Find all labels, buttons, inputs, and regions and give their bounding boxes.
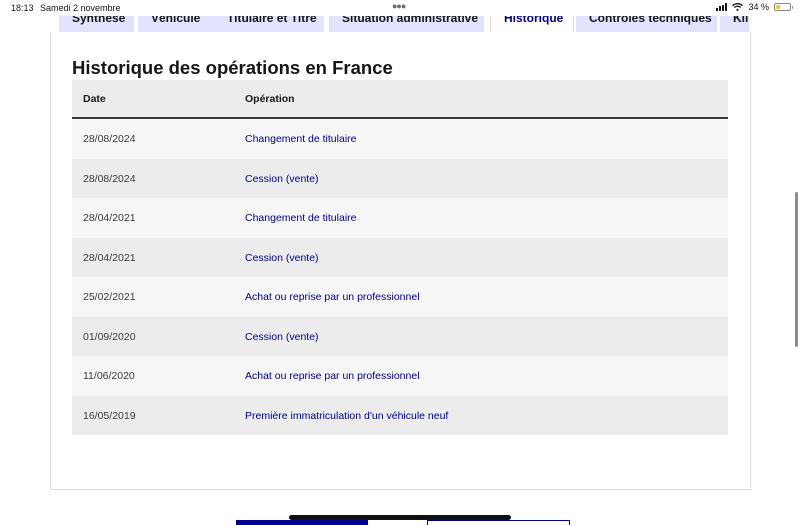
- row-date: 11/06/2020: [83, 370, 135, 382]
- tab-label: Kilométrage: [733, 16, 749, 25]
- tab-label: Historique: [504, 16, 564, 25]
- table-row: 25/02/2021 Achat ou reprise par un profe…: [72, 277, 728, 317]
- row-operation: Changement de titulaire: [245, 133, 357, 145]
- tab-controles-techniques[interactable]: Contrôles techniques: [576, 16, 717, 33]
- signal-icon: [716, 3, 728, 11]
- status-time: 18:13: [11, 3, 34, 13]
- operations-table: Date Opération 28/08/2024 Changement de …: [72, 80, 728, 435]
- tab-label: Contrôles techniques: [589, 16, 712, 25]
- tab-situation-administrative[interactable]: Situation administrative: [329, 16, 484, 33]
- row-operation: Cession (vente): [245, 330, 319, 343]
- table-row: 11/06/2020 Achat ou reprise par un profe…: [72, 356, 728, 396]
- status-bar: 18:13 Samedi 2 novembre ●●● 34 %: [0, 0, 800, 16]
- tab-bar: Synthèse Véhicule Titulaire et Titre Sit…: [59, 16, 749, 33]
- page-scrollbar[interactable]: [795, 192, 798, 347]
- tab-kilometrage[interactable]: Kilométrage: [720, 16, 749, 33]
- home-indicator[interactable]: [289, 515, 511, 520]
- battery-percent: 34 %: [748, 2, 769, 12]
- status-date: Samedi 2 novembre: [40, 3, 121, 13]
- multitask-dots-icon[interactable]: ●●●: [392, 1, 406, 11]
- table-row: 01/09/2020 Cession (vente): [72, 316, 728, 356]
- tab-label: Synthèse: [72, 16, 126, 25]
- column-header-date: Date: [83, 93, 106, 105]
- row-date: 28/08/2024: [83, 172, 136, 185]
- row-date: 01/09/2020: [83, 330, 136, 343]
- battery-fill: [776, 5, 781, 9]
- row-operation: Première immatriculation d'un véhicule n…: [245, 409, 449, 422]
- column-header-operation: Opération: [245, 93, 295, 105]
- battery-icon: [774, 3, 793, 11]
- wifi-icon: [732, 3, 744, 11]
- row-date: 28/04/2021: [83, 212, 136, 224]
- row-date: 25/02/2021: [83, 291, 136, 303]
- row-date: 28/04/2021: [83, 251, 136, 264]
- row-date: 16/05/2019: [83, 409, 136, 422]
- primary-button[interactable]: [236, 520, 368, 525]
- tab-historique[interactable]: Historique: [490, 16, 574, 33]
- status-indicators: 34 %: [716, 2, 793, 12]
- row-operation: Cession (vente): [245, 251, 319, 264]
- table-header: Date Opération: [72, 80, 728, 119]
- row-operation: Achat ou reprise par un professionnel: [245, 370, 420, 382]
- table-row: 28/04/2021 Changement de titulaire: [72, 198, 728, 238]
- row-operation: Cession (vente): [245, 172, 319, 185]
- tab-label: Titulaire et Titre: [227, 16, 317, 25]
- tab-titulaire-et-titre[interactable]: Titulaire et Titre: [214, 16, 324, 33]
- tab-label: Situation administrative: [342, 16, 479, 25]
- secondary-button[interactable]: [427, 520, 570, 525]
- row-operation: Achat ou reprise par un professionnel: [245, 291, 420, 303]
- row-operation: Changement de titulaire: [245, 212, 357, 224]
- table-row: 16/05/2019 Première immatriculation d'un…: [72, 395, 728, 435]
- row-date: 28/08/2024: [83, 133, 136, 145]
- tab-label: Véhicule: [151, 16, 201, 25]
- table-row: 28/08/2024 Changement de titulaire: [72, 119, 728, 159]
- tab-synthese[interactable]: Synthèse: [59, 16, 134, 33]
- section-title: Historique des opérations en France: [72, 57, 393, 78]
- table-row: 28/08/2024 Cession (vente): [72, 158, 728, 198]
- tab-vehicule[interactable]: Véhicule: [138, 16, 217, 33]
- table-row: 28/04/2021 Cession (vente): [72, 237, 728, 277]
